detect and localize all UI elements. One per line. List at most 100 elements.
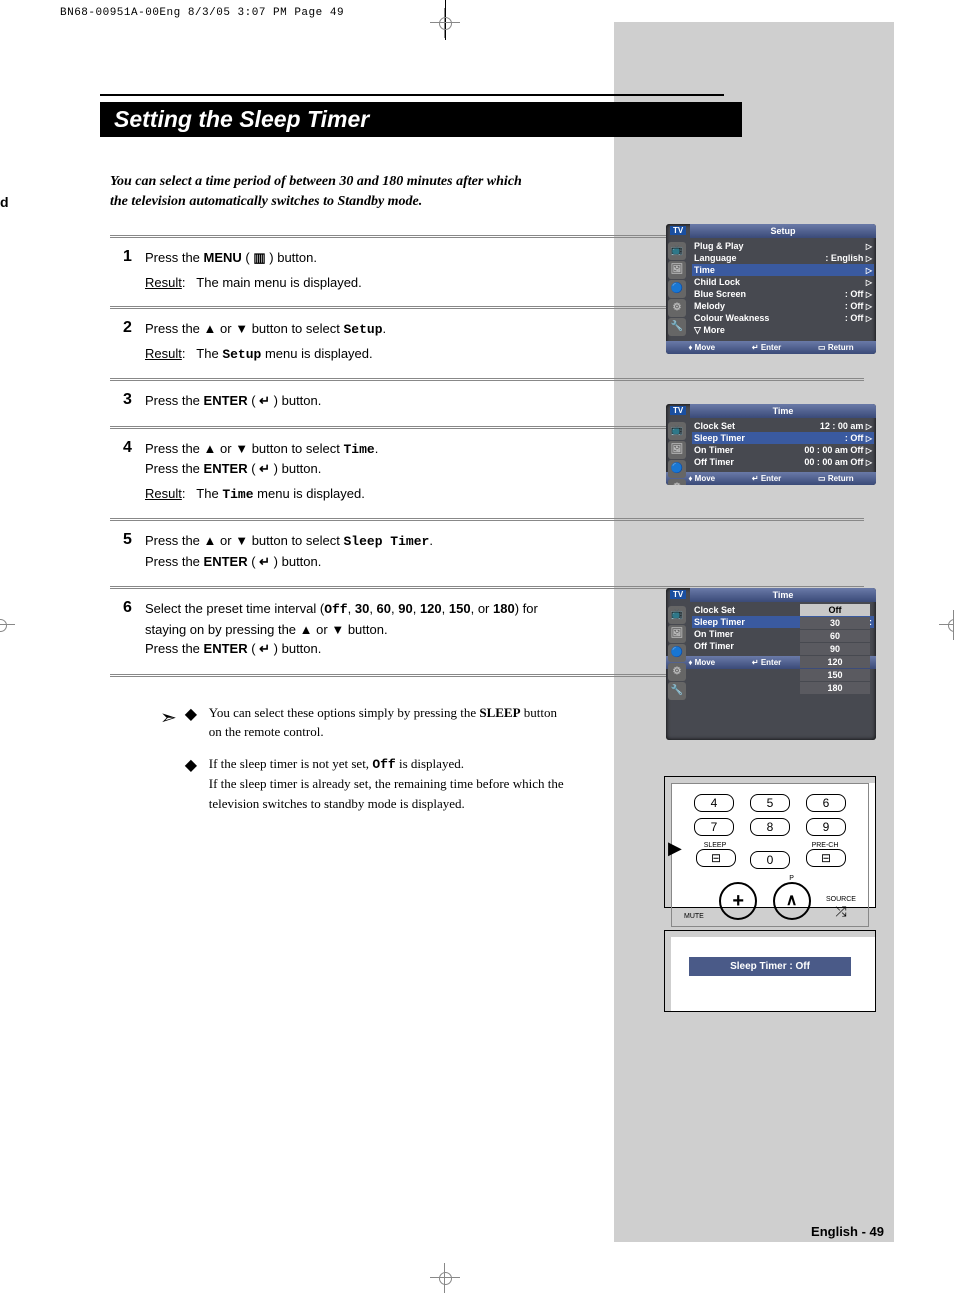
remote-key-7[interactable]: 7 <box>694 818 734 836</box>
result-label: Result <box>145 344 182 364</box>
step-body: Select the preset time interval (Off, 30… <box>145 599 545 660</box>
tv-badge: TV <box>670 226 686 235</box>
remote-key-4[interactable]: 4 <box>694 794 734 812</box>
step-number: 4 <box>110 439 145 505</box>
mute-label: MUTE <box>684 913 704 920</box>
step-number: 2 <box>110 319 145 364</box>
remote-channel-up[interactable]: ∧ <box>773 882 811 920</box>
return-hint: ▭ Return <box>818 343 854 352</box>
move-hint: ♦ Move <box>688 658 715 667</box>
enter-hint: ↵ Enter <box>752 474 781 483</box>
osd-row: On Timer00 : 00 am Off ▷ <box>692 444 874 456</box>
step-5: 5Press the ▲ or ▼ button to select Sleep… <box>110 518 864 586</box>
edge-cut-letter: d <box>0 194 9 210</box>
tv-badge: TV <box>670 406 686 415</box>
notes-block: ➣ ◆ You can select these options simply … <box>160 703 570 814</box>
osd-side-icon: 🖼 <box>668 261 686 279</box>
remote-key-prech[interactable]: ⊟ <box>806 849 846 867</box>
osd-side-icon: 🖼 <box>668 625 686 643</box>
step-number: 5 <box>110 531 145 572</box>
osd-side-icon: 🔵 <box>668 460 686 478</box>
source-icon: ⤮ <box>826 903 856 920</box>
step-body: Press the MENU ( ▥ ) button.Result: The … <box>145 248 362 292</box>
page-number: English - 49 <box>811 1224 884 1239</box>
diamond-icon: ◆ <box>185 754 209 814</box>
step-body: Press the ▲ or ▼ button to select Time.P… <box>145 439 378 505</box>
osd-side-icon: 🔧 <box>668 682 686 700</box>
osd-side-icon: 🖼 <box>668 441 686 459</box>
pointer-icon: ➣ <box>160 703 177 742</box>
enter-hint: ↵ Enter <box>752 343 781 352</box>
osd-setup-panel: TVSetup📺🖼🔵⚙🔧Plug & Play ▷Language: Engli… <box>666 224 876 354</box>
osd-row: Blue Screen: Off ▷ <box>692 288 874 300</box>
option-item[interactable]: 120 <box>800 656 870 668</box>
page-title: Setting the Sleep Timer <box>114 108 728 131</box>
osd-side-icon: 🔵 <box>668 280 686 298</box>
sleep-timer-osd: Sleep Timer : Off <box>664 930 876 1012</box>
osd-row: Clock Set12 : 00 am ▷ <box>692 420 874 432</box>
registration-mark-right <box>939 610 954 640</box>
result-label: Result <box>145 484 182 504</box>
step-body: Press the ▲ or ▼ button to select Setup.… <box>145 319 386 364</box>
option-item[interactable]: 90 <box>800 643 870 655</box>
source-label: SOURCE <box>826 896 856 903</box>
osd-row: Child Lock ▷ <box>692 276 874 288</box>
osd-side-icon: 📺 <box>668 422 686 440</box>
osd-footer: ♦ Move ↵ Enter ▭ Return <box>666 341 876 354</box>
sleep-timer-text: Sleep Timer : Off <box>689 957 851 976</box>
remote-key-9[interactable]: 9 <box>806 818 846 836</box>
osd-side-icon: ⚙ <box>668 479 686 485</box>
title-rule-top <box>100 94 724 96</box>
registration-mark-top <box>430 8 460 38</box>
sleep-label: SLEEP <box>696 842 734 849</box>
osd-row: Language: English ▷ <box>692 252 874 264</box>
remote-key-0[interactable]: 0 <box>750 851 790 869</box>
option-item[interactable]: 60 <box>800 630 870 642</box>
p-label: P <box>773 875 811 882</box>
osd-row: Colour Weakness: Off ▷ <box>692 312 874 324</box>
remote-diagram: 456 789 SLEEP⊟ 0 PRE-CH⊟ ▶ MUTE + P∧ SOU… <box>664 776 876 908</box>
remote-key-6[interactable]: 6 <box>806 794 846 812</box>
options-dropdown: Off306090120150180 <box>800 604 870 695</box>
crop-mark-header: BN68-00951A-00Eng 8/3/05 3:07 PM Page 49 <box>60 8 344 19</box>
option-item[interactable]: 150 <box>800 669 870 681</box>
step-body: Press the ENTER ( ↵ ) button. <box>145 391 321 412</box>
note-1: You can select these options simply by p… <box>209 703 570 742</box>
osd-row: Melody: Off ▷ <box>692 300 874 312</box>
remote-plus-button[interactable]: + <box>719 882 757 920</box>
osd-side-icon: ⚙ <box>668 299 686 317</box>
move-hint: ♦ Move <box>688 343 715 352</box>
osd-side-icon: 📺 <box>668 242 686 260</box>
diamond-icon: ◆ <box>185 703 209 742</box>
osd-footer: ♦ Move ↵ Enter ▭ Return <box>666 472 876 485</box>
remote-key-5[interactable]: 5 <box>750 794 790 812</box>
intro-text: You can select a time period of between … <box>110 172 540 211</box>
registration-mark-left <box>0 610 15 640</box>
option-item[interactable]: 180 <box>800 682 870 694</box>
osd-side-icon: 📺 <box>668 606 686 624</box>
step-number: 6 <box>110 599 145 660</box>
remote-key-8[interactable]: 8 <box>750 818 790 836</box>
page-title-box: Setting the Sleep Timer <box>100 102 742 137</box>
osd-side-icon: ⚙ <box>668 663 686 681</box>
osd-side-icon: 🔵 <box>668 644 686 662</box>
return-hint: ▭ Return <box>818 474 854 483</box>
osd-row: Off Timer00 : 00 am Off ▷ <box>692 456 874 468</box>
osd-row: Sleep Timer: Off ▷ <box>692 432 874 444</box>
remote-key-sleep[interactable]: ⊟ <box>696 849 736 867</box>
osd-title: Time <box>690 588 876 602</box>
note-2: If the sleep timer is not yet set, Off i… <box>209 754 570 814</box>
osd-title: Time <box>690 404 876 418</box>
step-number: 1 <box>110 248 145 292</box>
osd-row: Plug & Play ▷ <box>692 240 874 252</box>
highlight-arrow-icon: ▶ <box>668 838 682 859</box>
tv-badge: TV <box>670 590 686 599</box>
option-item[interactable]: Off <box>800 604 870 616</box>
option-item[interactable]: 30 <box>800 617 870 629</box>
registration-mark-bottom <box>430 1263 460 1293</box>
step-number: 3 <box>110 391 145 412</box>
osd-side-icon: 🔧 <box>668 318 686 336</box>
result-label: Result <box>145 273 182 293</box>
osd-row: Time ▷ <box>692 264 874 276</box>
move-hint: ♦ Move <box>688 474 715 483</box>
